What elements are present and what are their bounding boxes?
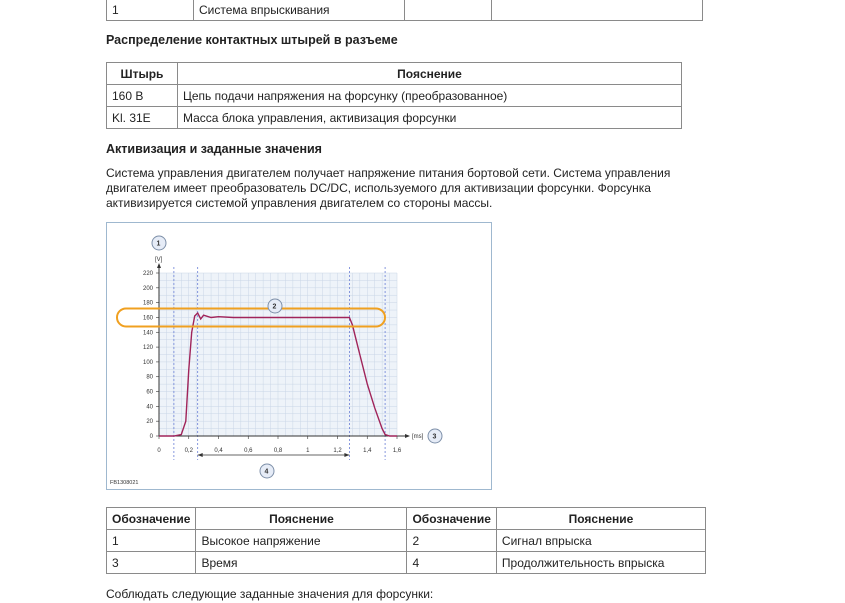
activation-paragraph: Система управления двигателем получает н…: [106, 166, 671, 210]
y-tick-label: 40: [146, 404, 153, 410]
table-row: Kl. 31E Масса блока управления, активиза…: [106, 106, 682, 129]
table-header-row: Обозначение Пояснение Обозначение Поясне…: [105, 507, 707, 530]
table-cell: Время: [195, 551, 408, 574]
x-tick-label: 0,2: [185, 448, 194, 454]
table-cell: Цепь подачи напряжения на форсунку (прео…: [177, 84, 682, 107]
svg-text:2: 2: [273, 304, 277, 311]
x-tick-label: 0: [157, 448, 161, 454]
y-tick-label: 140: [143, 330, 154, 336]
svg-text:1: 1: [157, 241, 161, 248]
y-tick-label: 60: [146, 390, 153, 396]
pins-heading: Распределение контактных штырей в разъем…: [106, 33, 398, 47]
x-tick-label: 1,2: [333, 448, 342, 454]
table-cell: Продолжительность впрыска: [495, 551, 707, 574]
table-cell: Сигнал впрыска: [495, 529, 707, 552]
footer-text: Соблюдать следующие заданные значения дл…: [106, 587, 434, 601]
injection-chart-figure: 0 20 40 60 80 100 120 140 160 180 200 220 0 0,2 0,4 0,…: [106, 222, 492, 490]
y-tick-label: 180: [143, 301, 154, 307]
x-tick-label: 1,6: [393, 448, 402, 454]
x-tick-labels: 0 0,2 0,4 0,6 0,8 1 1,2 1,4 1,6: [157, 436, 402, 454]
x-tick-label: 0,4: [214, 448, 223, 454]
table-cell: 160 B: [106, 84, 178, 107]
column-header: Обозначение: [406, 507, 497, 530]
duration-arrow-head-left: [197, 453, 203, 457]
y-tick-label: 0: [150, 434, 154, 440]
table-row: 3 Время 4 Продолжительность впрыска: [105, 551, 707, 574]
column-header: Пояснение: [495, 507, 707, 530]
table-header-row: Штырь Пояснение: [106, 62, 682, 85]
table-row: 1 Высокое напряжение 2 Сигнал впрыска: [105, 529, 707, 552]
table-cell: 2: [406, 529, 497, 552]
figure-code: FB1308021: [110, 480, 138, 486]
callout-2: 2: [267, 298, 283, 314]
y-axis-arrow: [157, 263, 161, 268]
table-cell: [491, 0, 703, 21]
table-row: 1 Система впрыскивания: [106, 0, 703, 21]
y-tick-labels: 0 20 40 60 80 100 120 140 160 180 200 220: [143, 271, 159, 440]
table-cell: 1: [106, 0, 194, 21]
table-cell: Масса блока управления, активизация форс…: [177, 106, 682, 129]
y-tick-label: 120: [143, 345, 154, 351]
table-row: 160 B Цепь подачи напряжения на форсунку…: [106, 84, 682, 107]
column-header: Пояснение: [195, 507, 408, 530]
table-cell: 4: [406, 551, 497, 574]
x-tick-label: 1: [306, 448, 310, 454]
callout-3: 3: [427, 428, 443, 444]
svg-text:4: 4: [265, 469, 269, 476]
legend-table: Обозначение Пояснение Обозначение Поясне…: [105, 507, 707, 574]
pins-table: Штырь Пояснение 160 B Цепь подачи напряж…: [106, 62, 682, 129]
column-header: Пояснение: [177, 62, 682, 85]
y-tick-label: 100: [143, 360, 154, 366]
y-tick-label: 160: [143, 315, 154, 321]
x-unit-label: [ms]: [412, 434, 424, 440]
callout-4: 4: [259, 463, 275, 479]
x-tick-label: 0,6: [244, 448, 253, 454]
y-tick-label: 220: [143, 271, 154, 277]
column-header: Штырь: [106, 62, 178, 85]
svg-text:3: 3: [433, 434, 437, 441]
y-unit-label: [V]: [155, 257, 163, 263]
table-cell: 3: [105, 551, 197, 574]
x-tick-label: 1,4: [363, 448, 372, 454]
callout-1: 1: [151, 235, 167, 251]
table-cell: Kl. 31E: [106, 106, 178, 129]
table-cell: Система впрыскивания: [193, 0, 405, 21]
x-axis-arrow: [405, 434, 410, 438]
x-tick-label: 0,8: [274, 448, 283, 454]
duration-arrow-head-right: [344, 453, 350, 457]
table-cell: 1: [105, 529, 197, 552]
table-cell: Высокое напряжение: [195, 529, 408, 552]
column-header: Обозначение: [105, 507, 197, 530]
table-cell: [404, 0, 492, 21]
y-tick-label: 200: [143, 286, 154, 292]
activation-heading: Активизация и заданные значения: [106, 142, 322, 156]
y-tick-label: 20: [146, 419, 153, 425]
y-tick-label: 80: [146, 375, 153, 381]
top-table: 1 Система впрыскивания: [106, 0, 703, 21]
injection-voltage-chart: 0 20 40 60 80 100 120 140 160 180 200 220 0 0,2 0,4 0,…: [110, 235, 443, 486]
